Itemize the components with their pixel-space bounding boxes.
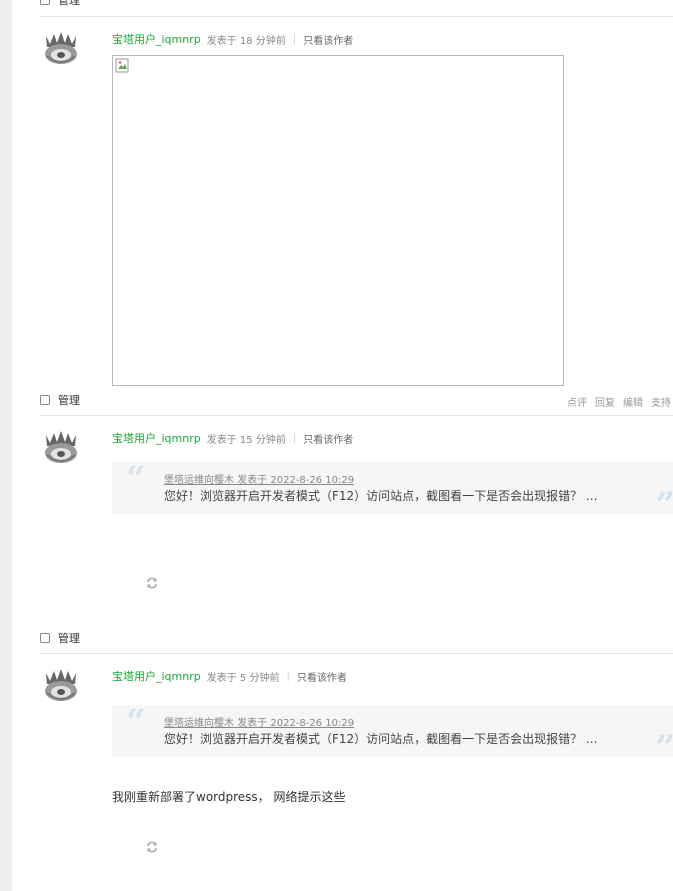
manage-checkbox[interactable] bbox=[40, 633, 50, 643]
quote-block: “ 堡塔运维向樱木 发表于 2022-8-26 10:29 您好！浏览器开启开发… bbox=[112, 702, 673, 765]
edit-link[interactable]: 编辑 bbox=[623, 394, 643, 409]
manage-checkbox-row[interactable]: 管理 bbox=[40, 631, 80, 645]
username-link[interactable]: 宝塔用户_iqmnrp bbox=[112, 430, 201, 446]
comment-link[interactable]: 点评 bbox=[567, 394, 587, 409]
post-message: 我刚重新部署了wordpress， 网络提示这些 bbox=[112, 790, 346, 804]
quote-close-icon: ” bbox=[655, 488, 673, 522]
posted-time: 发表于 18 分钟前 bbox=[206, 35, 286, 47]
only-author-link[interactable]: 只看该作者 bbox=[297, 669, 347, 684]
separator: | bbox=[286, 670, 290, 682]
post-meta: 宝塔用户_iqmnrp 发表于 18 分钟前 | 只看该作者 bbox=[112, 31, 353, 47]
quote-block: “ 堡塔运维向樱木 发表于 2022-8-26 10:29 您好！浏览器开启开发… bbox=[112, 459, 673, 522]
separator: | bbox=[292, 432, 297, 444]
manage-label: 管理 bbox=[58, 0, 80, 7]
divider bbox=[40, 415, 673, 416]
only-author-link[interactable]: 只看该作者 bbox=[303, 32, 353, 47]
manage-checkbox[interactable] bbox=[40, 0, 50, 5]
posted-time: 发表于 5 分钟前 bbox=[206, 672, 280, 684]
left-sidebar-strip bbox=[0, 0, 12, 891]
manage-label: 管理 bbox=[58, 632, 80, 645]
refresh-icon[interactable] bbox=[146, 577, 158, 589]
quote-open-icon: “ bbox=[126, 702, 146, 742]
quote-text: 您好！浏览器开启开发者模式（F12）访问站点，截图看一下是否会出现报错？ ... bbox=[164, 732, 598, 746]
broken-image-icon bbox=[115, 58, 129, 73]
user-avatar[interactable] bbox=[42, 429, 80, 467]
post-meta: 宝塔用户_iqmnrp 发表于 15 分钟前 | 只看该作者 bbox=[112, 430, 353, 446]
separator: | bbox=[292, 33, 297, 45]
manage-checkbox[interactable] bbox=[40, 395, 50, 405]
support-link[interactable]: 支持 bbox=[651, 394, 671, 409]
quote-source-link[interactable]: 堡塔运维向樱木 发表于 2022-8-26 10:29 bbox=[164, 471, 354, 486]
post-meta: 宝塔用户_iqmnrp 发表于 5 分钟前 | 只看该作者 bbox=[112, 668, 347, 684]
manage-label: 管理 bbox=[58, 394, 80, 407]
manage-checkbox-row[interactable]: 管理 bbox=[40, 0, 80, 7]
quote-source-link[interactable]: 堡塔运维向樱木 发表于 2022-8-26 10:29 bbox=[164, 714, 354, 729]
refresh-icon[interactable] bbox=[146, 841, 158, 853]
posted-time: 发表于 15 分钟前 bbox=[206, 434, 286, 446]
broken-image bbox=[112, 55, 564, 386]
username-link[interactable]: 宝塔用户_iqmnrp bbox=[112, 668, 201, 684]
quote-close-icon: ” bbox=[655, 731, 673, 765]
post-actions: 点评 回复 编辑 支持 bbox=[567, 394, 671, 409]
user-avatar[interactable] bbox=[42, 667, 80, 705]
quote-open-icon: “ bbox=[126, 459, 146, 499]
thread-replies: 管理 宝塔用户_iqmnrp 发表于 18 分钟前 | 只看该作者 管理 点评 … bbox=[12, 0, 673, 891]
divider bbox=[40, 16, 673, 17]
quote-text: 您好！浏览器开启开发者模式（F12）访问站点，截图看一下是否会出现报错？ ... bbox=[164, 489, 598, 503]
username-link[interactable]: 宝塔用户_iqmnrp bbox=[112, 31, 201, 47]
user-avatar[interactable] bbox=[42, 30, 80, 68]
only-author-link[interactable]: 只看该作者 bbox=[303, 431, 353, 446]
manage-checkbox-row[interactable]: 管理 bbox=[40, 393, 80, 407]
reply-link[interactable]: 回复 bbox=[595, 394, 615, 409]
divider bbox=[40, 653, 673, 654]
